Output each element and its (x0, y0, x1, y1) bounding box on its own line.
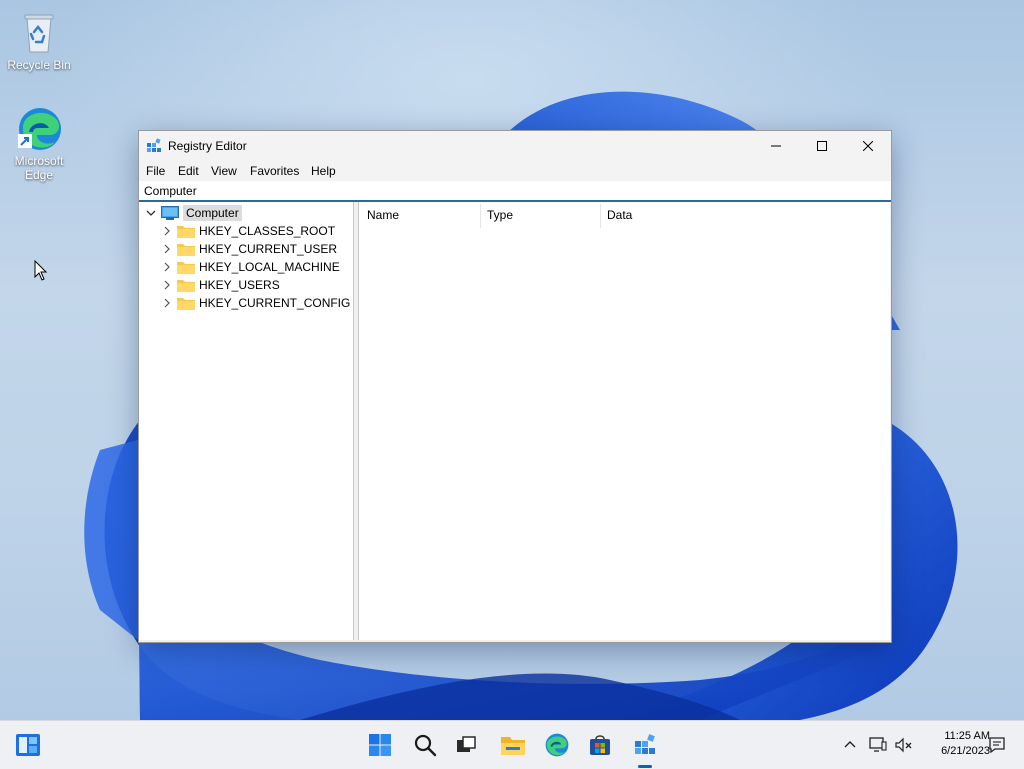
column-header-name[interactable]: Name (367, 208, 399, 222)
folder-icon (177, 224, 195, 238)
menu-help[interactable]: Help (311, 164, 336, 178)
window-title: Registry Editor (168, 139, 247, 153)
tree-item-label: HKEY_LOCAL_MACHINE (199, 260, 340, 274)
desktop-icon-recycle-bin[interactable]: Recycle Bin (1, 8, 77, 72)
key-tree[interactable]: Computer HKEY_CLASSES_ROOT HKEY_CURRENT_… (139, 202, 354, 640)
desktop-icon-edge[interactable]: Microsoft Edge (1, 104, 77, 182)
menu-file[interactable]: File (146, 164, 165, 178)
menu-bar: File Edit View Favorites Help (139, 161, 891, 181)
folder-icon (177, 260, 195, 274)
address-path: Computer (144, 184, 197, 198)
tree-item-label: HKEY_CLASSES_ROOT (199, 224, 336, 238)
tree-item-hkey-users[interactable]: HKEY_USERS (161, 276, 280, 294)
widgets-icon (16, 734, 40, 756)
values-list[interactable]: Name Type Data (358, 202, 890, 640)
desktop-icon-label: Microsoft Edge (14, 154, 64, 182)
address-bar[interactable]: Computer (139, 181, 891, 202)
store-button[interactable] (584, 729, 616, 761)
taskbar: 11:25 AM 6/21/2023 (0, 720, 1024, 769)
start-button[interactable] (364, 729, 396, 761)
tree-item-hkey-current-config[interactable]: HKEY_CURRENT_CONFIG (161, 294, 350, 312)
column-header-type[interactable]: Type (487, 208, 513, 222)
widgets-button[interactable] (12, 729, 44, 761)
desktop-icon-label: Recycle Bin (7, 58, 71, 72)
maximize-button[interactable] (799, 131, 845, 161)
chevron-right-icon[interactable] (161, 222, 173, 240)
chevron-right-icon[interactable] (161, 276, 173, 294)
registry-editor-window: Registry Editor File Edit View Favorites… (138, 130, 892, 643)
menu-favorites[interactable]: Favorites (250, 164, 299, 178)
minimize-icon (771, 145, 781, 147)
volume-muted-icon (895, 737, 912, 753)
tree-item-computer[interactable]: Computer (145, 204, 242, 222)
search-button[interactable] (409, 729, 441, 761)
folder-icon (177, 296, 195, 310)
folder-icon (177, 242, 195, 256)
chevron-up-icon (844, 741, 856, 748)
regedit-icon (635, 734, 655, 754)
clock[interactable]: 11:25 AM 6/21/2023 (920, 729, 990, 759)
title-bar[interactable]: Registry Editor (139, 131, 891, 161)
edge-taskbar-button[interactable] (541, 729, 573, 761)
maximize-icon (817, 141, 827, 151)
recycle-bin-icon (15, 8, 63, 56)
edge-icon (15, 104, 63, 152)
menu-view[interactable]: View (211, 164, 237, 178)
task-view-button[interactable] (450, 729, 482, 761)
tree-item-hkey-current-user[interactable]: HKEY_CURRENT_USER (161, 240, 337, 258)
folder-icon (177, 278, 195, 292)
notifications-icon (989, 737, 1005, 754)
column-divider[interactable] (480, 204, 481, 228)
start-icon (369, 734, 391, 756)
column-divider[interactable] (600, 204, 601, 228)
close-button[interactable] (845, 131, 891, 161)
regedit-taskbar-button[interactable] (629, 729, 661, 761)
notifications-button[interactable] (982, 729, 1012, 761)
chevron-right-icon[interactable] (161, 258, 173, 276)
chevron-right-icon[interactable] (161, 240, 173, 258)
column-header-data[interactable]: Data (607, 208, 632, 222)
tree-item-hkey-classes-root[interactable]: HKEY_CLASSES_ROOT (161, 222, 335, 240)
edge-icon (545, 733, 569, 757)
tree-item-label: HKEY_CURRENT_CONFIG (199, 296, 351, 310)
network-icon (869, 737, 887, 752)
search-icon (414, 734, 437, 757)
mouse-cursor-icon (34, 260, 48, 281)
clock-date: 6/21/2023 (941, 745, 990, 757)
clock-time: 11:25 AM (944, 730, 990, 742)
file-explorer-icon (501, 737, 525, 755)
chevron-right-icon[interactable] (161, 294, 173, 312)
computer-icon (161, 206, 179, 220)
regedit-icon (147, 138, 161, 152)
tree-item-label: HKEY_USERS (199, 278, 280, 292)
close-icon (863, 141, 873, 151)
file-explorer-button[interactable] (497, 729, 529, 761)
menu-edit[interactable]: Edit (178, 164, 199, 178)
tree-item-label: HKEY_CURRENT_USER (199, 242, 338, 256)
show-hidden-icons-button[interactable] (835, 729, 865, 761)
tree-item-hkey-local-machine[interactable]: HKEY_LOCAL_MACHINE (161, 258, 340, 276)
store-icon (590, 735, 610, 755)
minimize-button[interactable] (753, 131, 799, 161)
tree-item-label: Computer (183, 205, 242, 221)
task-view-icon (457, 736, 476, 752)
volume-button[interactable] (889, 729, 919, 761)
chevron-down-icon[interactable] (145, 204, 157, 222)
